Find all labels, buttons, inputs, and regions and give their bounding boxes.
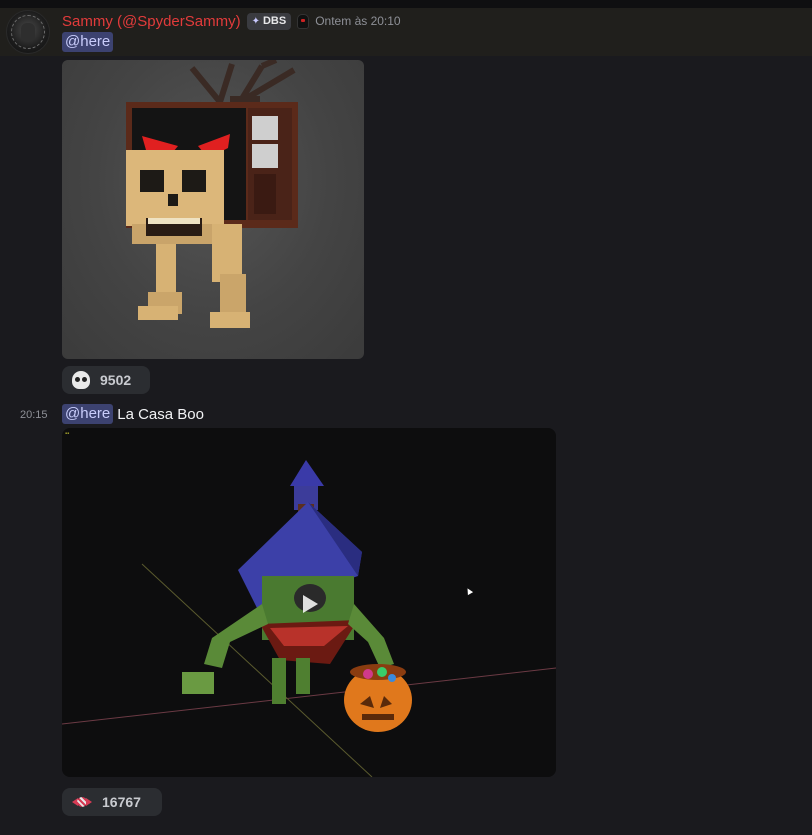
- message-text: La Casa Boo: [117, 405, 204, 423]
- message-header: Sammy (@SpyderSammy) ✦ DBS Ontem às 20:1…: [62, 12, 401, 30]
- candy-icon: [72, 795, 92, 809]
- skeleton-tv-render: [126, 60, 298, 328]
- message-content: @here La Casa Boo: [62, 404, 204, 424]
- video-overlay-marker: ▪▪: [65, 431, 70, 437]
- reaction-count: 16767: [102, 794, 141, 810]
- avatar[interactable]: [6, 10, 50, 54]
- server-tag-label: DBS: [262, 15, 287, 27]
- here-mention[interactable]: @here: [62, 404, 114, 424]
- here-mention[interactable]: @here: [62, 32, 114, 52]
- image-attachment[interactable]: [62, 60, 364, 359]
- skull-icon: [72, 371, 90, 389]
- avatar-figure: [21, 23, 35, 41]
- server-tag[interactable]: ✦ DBS: [246, 12, 292, 30]
- tag-star-icon: ✦: [251, 15, 260, 27]
- reaction-skull[interactable]: 9502: [62, 366, 150, 394]
- decoration-icon: [297, 13, 310, 29]
- top-strip: [0, 0, 812, 8]
- reaction-candy[interactable]: 16767: [62, 788, 162, 816]
- message-timestamp[interactable]: Ontem às 20:10: [315, 14, 400, 28]
- play-icon: [302, 595, 318, 613]
- author-name[interactable]: Sammy (@SpyderSammy): [62, 13, 241, 30]
- play-button[interactable]: [286, 585, 334, 623]
- message-timestamp-short[interactable]: 20:15: [20, 409, 48, 421]
- reaction-count: 9502: [100, 372, 132, 388]
